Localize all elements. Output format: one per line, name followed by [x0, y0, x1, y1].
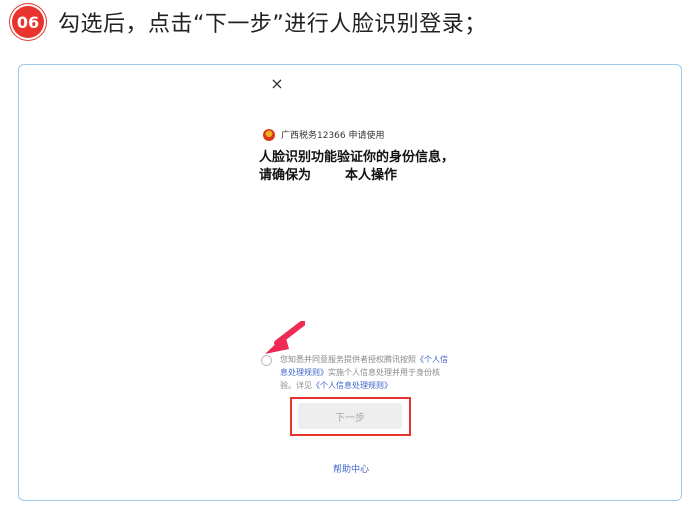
face-verification-dialog: × 广西税务12366 申请使用 人脸识别功能验证你的身份信息， 请确保为 本人操…	[18, 64, 682, 501]
privacy-rules-link-2[interactable]: 《个人信息处理规则》	[312, 381, 392, 390]
pointer-arrow-icon	[265, 321, 305, 354]
title-prefix: 请确保为	[259, 168, 312, 183]
next-button[interactable]: 下一步	[298, 403, 402, 429]
consent-prefix: 您知悉并同意服务提供者授权腾讯按照	[280, 355, 416, 364]
step-instruction: 勾选后，点击“下一步”进行人脸识别登录；	[58, 12, 487, 37]
title-line-2: 请确保为 本人操作	[259, 167, 519, 185]
app-info-row: 广西税务12366 申请使用	[263, 128, 385, 141]
title-suffix: 本人操作	[345, 168, 398, 183]
consent-row: 您知悉并同意服务提供者授权腾讯按照《个人信息处理规则》实施个人信息处理并用于身份…	[261, 353, 451, 392]
close-icon[interactable]: ×	[269, 76, 285, 92]
consent-text: 您知悉并同意服务提供者授权腾讯按照《个人信息处理规则》实施个人信息处理并用于身份…	[280, 353, 451, 392]
redacted-name	[311, 169, 346, 182]
step-number-badge: 06	[12, 6, 44, 38]
help-center-link[interactable]: 帮助中心	[19, 462, 683, 475]
app-label: 广西税务12366 申请使用	[281, 131, 385, 141]
step-header: 06 勾选后，点击“下一步”进行人脸识别登录；	[12, 6, 487, 38]
title-line-1: 人脸识别功能验证你的身份信息，	[259, 150, 455, 165]
dialog-title: 人脸识别功能验证你的身份信息， 请确保为 本人操作	[259, 149, 519, 185]
tax-emblem-icon	[263, 128, 275, 141]
consent-checkbox[interactable]	[261, 355, 272, 366]
